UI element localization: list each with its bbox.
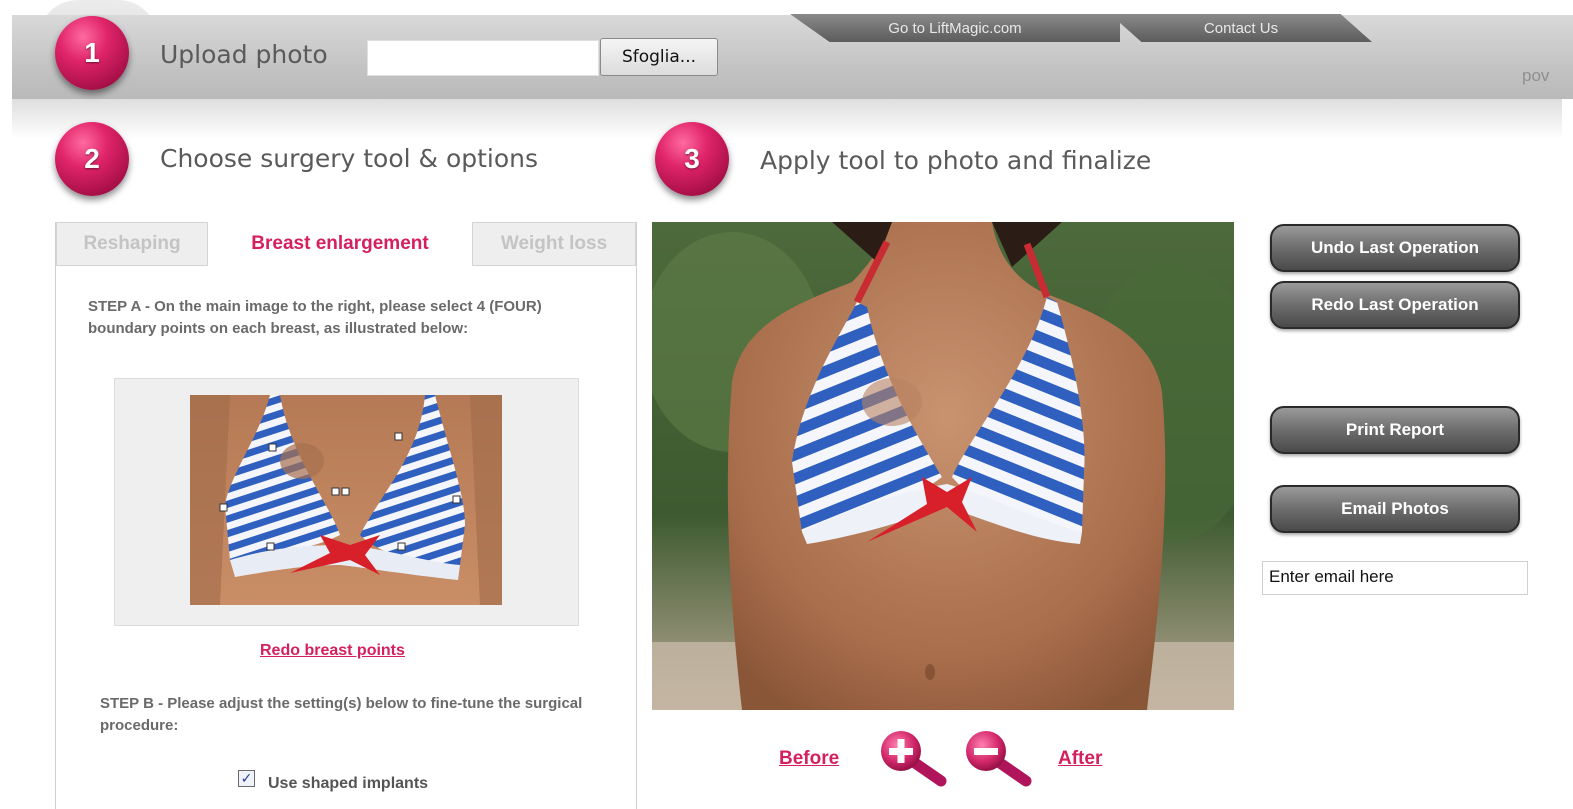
step-b-instructions: STEP B - Please adjust the setting(s) be… xyxy=(100,695,583,734)
undo-button[interactable]: Undo Last Operation xyxy=(1270,224,1520,272)
step1-badge: 1 xyxy=(55,16,129,90)
tab-reshaping[interactable]: Reshaping xyxy=(56,222,208,266)
redo-button[interactable]: Redo Last Operation xyxy=(1270,281,1520,329)
email-input[interactable]: Enter email here xyxy=(1262,561,1528,595)
breast-points-illustration xyxy=(190,395,502,605)
step-a-instructions: STEP A - On the main image to the right,… xyxy=(88,298,542,337)
step3-title: Apply tool to photo and finalize xyxy=(760,146,1152,175)
step1-title: Upload photo xyxy=(160,40,328,69)
powered-by-text: pov xyxy=(1522,66,1550,85)
nav-liftmagic-label: Go to LiftMagic.com xyxy=(888,19,1022,37)
redo-breast-points-link[interactable]: Redo breast points xyxy=(260,642,405,660)
print-report-button[interactable]: Print Report xyxy=(1270,406,1520,454)
nav-liftmagic-link[interactable]: Go to LiftMagic.com xyxy=(790,14,1120,42)
before-link[interactable]: Before xyxy=(779,748,839,770)
nav-contact-label: Contact Us xyxy=(1203,19,1279,37)
nav-contact-link[interactable]: Contact Us xyxy=(1110,14,1372,42)
shaped-implants-label: Use shaped implants xyxy=(268,775,429,792)
tab-weight-loss[interactable]: Weight loss xyxy=(472,222,636,266)
file-path-input[interactable] xyxy=(367,40,599,76)
step3-badge: 3 xyxy=(655,122,729,196)
step2-title: Choose surgery tool & options xyxy=(160,144,539,173)
step2-badge: 2 xyxy=(55,122,129,196)
main-photo[interactable] xyxy=(652,222,1234,710)
after-link[interactable]: After xyxy=(1058,748,1102,770)
upload-bar-shadow xyxy=(12,99,1562,139)
shaped-implants-checkbox[interactable]: ✓ xyxy=(238,770,255,787)
zoom-out-icon[interactable] xyxy=(960,727,1032,787)
browse-button[interactable]: Sfoglia... xyxy=(600,38,718,76)
zoom-in-icon[interactable] xyxy=(875,727,947,787)
tab-breast-enlargement[interactable]: Breast enlargement xyxy=(208,222,472,266)
email-photos-button[interactable]: Email Photos xyxy=(1270,485,1520,533)
